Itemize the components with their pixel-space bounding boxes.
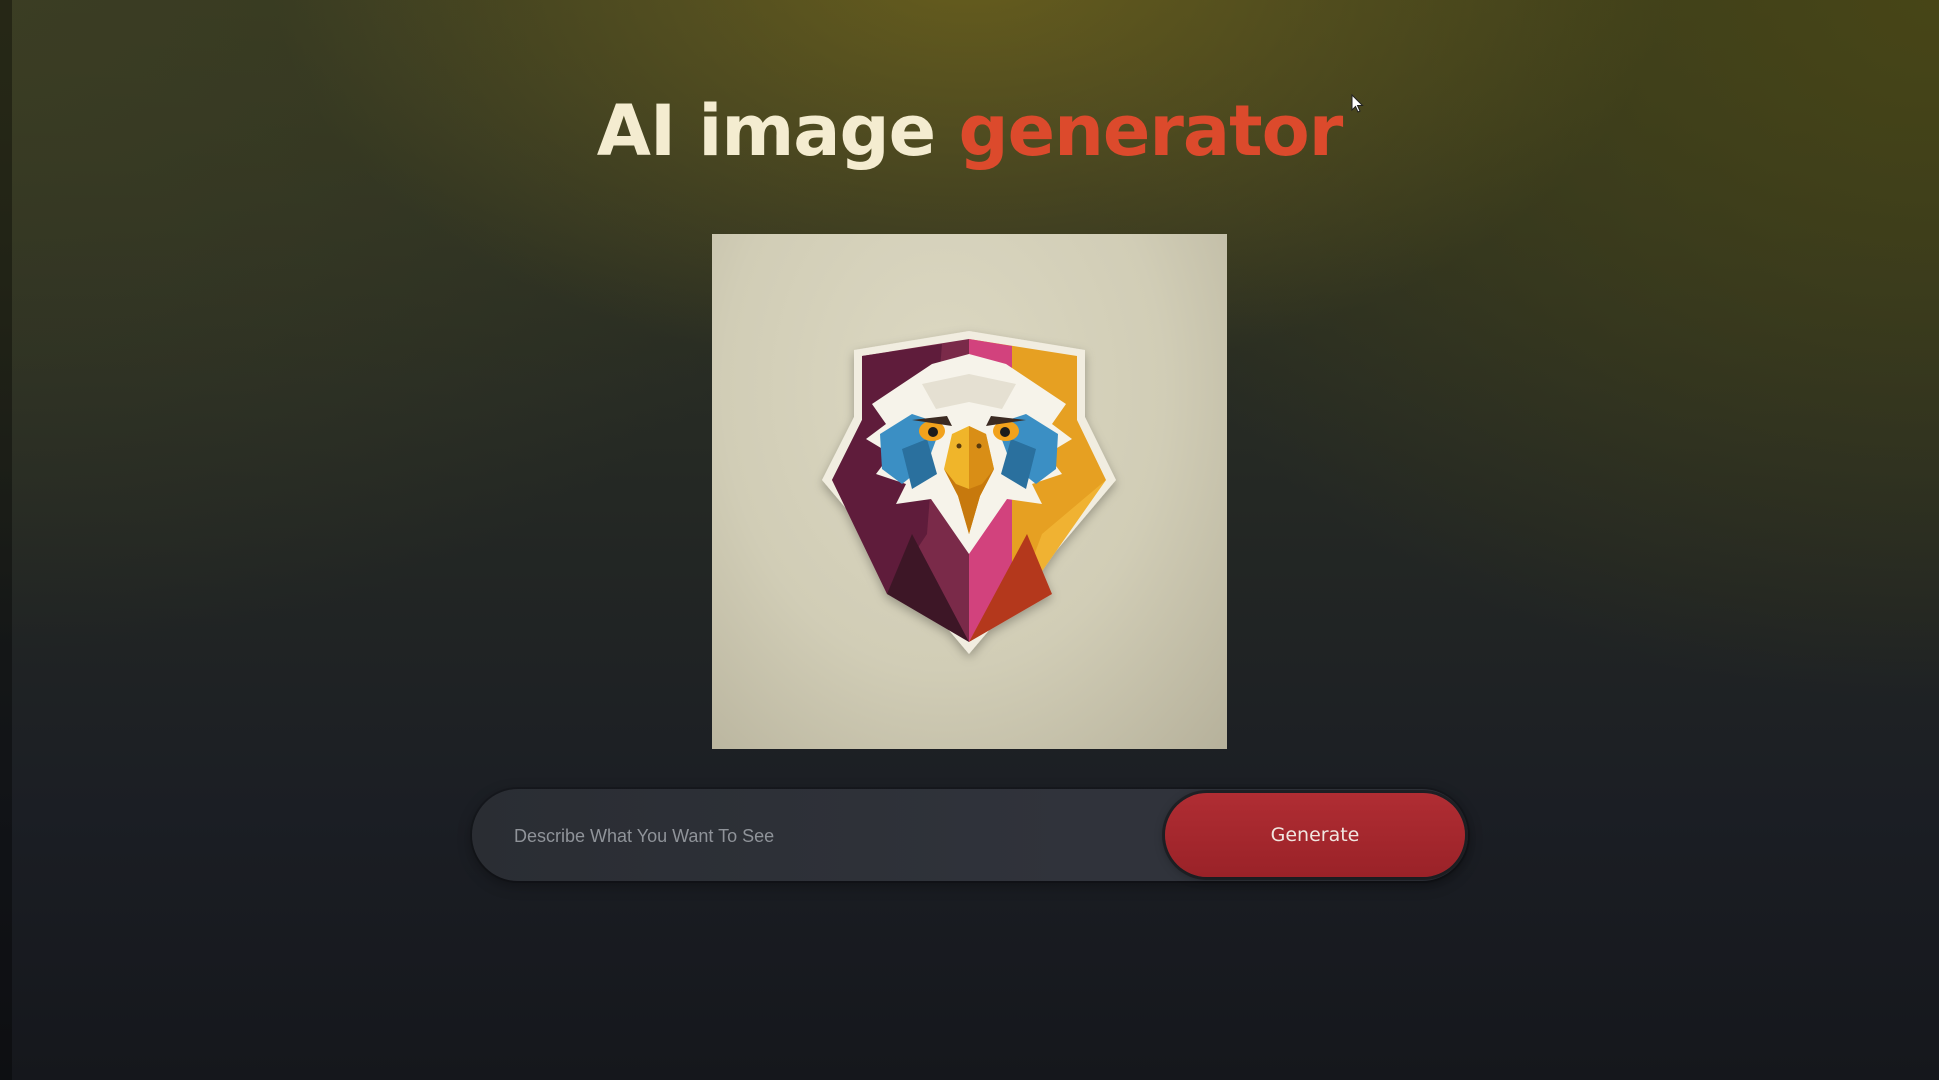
- prompt-input[interactable]: [512, 811, 1136, 861]
- generate-button[interactable]: Generate: [1165, 793, 1465, 877]
- title-accent: generator: [958, 90, 1343, 172]
- page-title: AI image generator: [0, 88, 1939, 174]
- eagle-shield-logo: [822, 331, 1116, 654]
- generated-image: [712, 234, 1227, 749]
- prompt-bar: Generate: [472, 789, 1468, 881]
- title-main: AI image: [596, 90, 936, 172]
- mouse-cursor-icon: [1351, 94, 1364, 113]
